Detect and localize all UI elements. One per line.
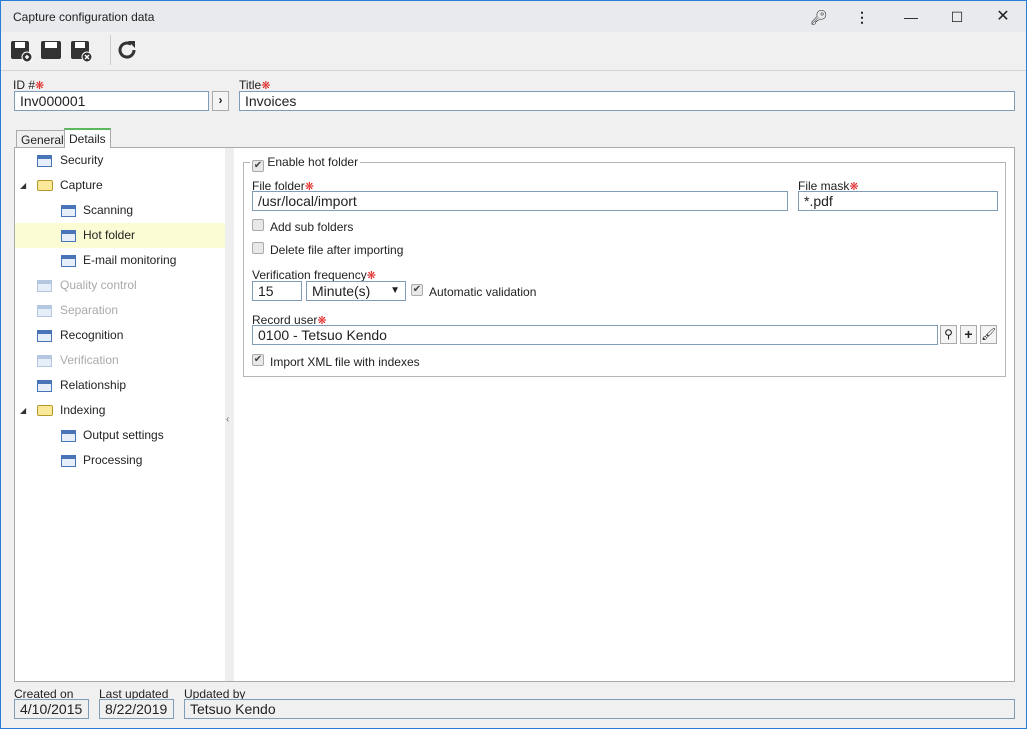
tree-item-indexing[interactable]: ◢ Indexing: [15, 398, 225, 423]
record-user-input[interactable]: 0100 - Tetsuo Kendo: [252, 325, 938, 345]
tab-details[interactable]: Details: [64, 128, 111, 148]
delete-after-checkbox[interactable]: [252, 242, 264, 254]
minimize-icon[interactable]: —: [901, 7, 921, 27]
window-title: Capture configuration data: [13, 10, 155, 24]
maximize-icon[interactable]: ☐: [947, 7, 967, 27]
created-value: 4/10/2015: [14, 699, 89, 719]
tree-item-security[interactable]: Security: [15, 148, 225, 173]
form-icon: [37, 355, 52, 367]
tree-item-label: Processing: [83, 453, 143, 467]
key-icon[interactable]: 🔑︎: [809, 7, 829, 27]
tree-item-separation[interactable]: Separation: [15, 298, 225, 323]
tree-item-relationship[interactable]: Relationship: [15, 373, 225, 398]
more-vert-icon[interactable]: ⋮: [852, 7, 872, 27]
tree-item-label: Quality control: [60, 278, 137, 292]
tree-item-label: Indexing: [60, 403, 106, 417]
form-icon: [61, 230, 76, 242]
form-icon: [37, 155, 52, 167]
save-new-icon[interactable]: [9, 38, 33, 62]
save-icon[interactable]: [39, 38, 63, 62]
tree-item-label: Verification: [60, 353, 119, 367]
tree-item-verification[interactable]: Verification: [15, 348, 225, 373]
tree-item-hot-folder[interactable]: Hot folder: [15, 223, 225, 248]
import-xml-checkbox[interactable]: ✔: [252, 354, 264, 366]
toolbar: [1, 32, 1026, 71]
collapse-icon[interactable]: ‹: [226, 414, 229, 425]
form-icon: [37, 380, 52, 392]
hot-folder-fieldset: ✔ Enable hot folder File folder❋ /usr/lo…: [243, 155, 1006, 377]
save-close-icon[interactable]: [69, 38, 93, 62]
tree-item-label: E-mail monitoring: [83, 253, 177, 267]
tree-item-label: Capture: [60, 178, 103, 192]
tree-item-quality-control[interactable]: Quality control: [15, 273, 225, 298]
tree-item-label: Hot folder: [83, 228, 136, 242]
tree-item-recognition[interactable]: Recognition: [15, 323, 225, 348]
frequency-label: Verification frequency❋: [252, 268, 376, 282]
tree-item-capture[interactable]: ◢ Capture: [15, 173, 225, 198]
delete-after-label: Delete file after importing: [270, 243, 404, 257]
form-icon: [37, 280, 52, 292]
title-label: Title❋: [239, 78, 271, 92]
tree-item-label: Scanning: [83, 203, 134, 217]
enable-hot-folder-checkbox[interactable]: ✔: [252, 160, 264, 172]
enable-hot-folder[interactable]: ✔ Enable hot folder: [250, 155, 361, 172]
auto-validation-label: Automatic validation: [429, 285, 537, 299]
add-sub-folders-checkbox[interactable]: [252, 219, 264, 231]
add-icon[interactable]: +: [960, 325, 977, 344]
form-icon: [61, 255, 76, 267]
tree-item-label: Separation: [60, 303, 119, 317]
splitter-handle[interactable]: ‹: [225, 148, 234, 681]
window: Capture configuration data 🔑︎ ⋮ — ☐ ✕ ID…: [0, 0, 1027, 729]
form-icon: [37, 330, 52, 342]
expand-arrow-icon[interactable]: ◢: [20, 398, 26, 423]
frequency-input[interactable]: 15: [252, 281, 302, 301]
frequency-unit-select[interactable]: Minute(s) ▼: [306, 281, 406, 301]
search-icon[interactable]: ⚲: [940, 325, 957, 344]
form-icon: [61, 430, 76, 442]
tree-item-label: Recognition: [60, 328, 124, 342]
folder-icon: [37, 405, 53, 416]
add-sub-folders-label: Add sub folders: [270, 220, 354, 234]
auto-validation-checkbox[interactable]: ✔: [411, 284, 423, 296]
folder-icon: [37, 180, 53, 191]
id-label: ID #❋: [13, 78, 45, 92]
tree-item-e-mail-monitoring[interactable]: E-mail monitoring: [15, 248, 225, 273]
updated-by-value: Tetsuo Kendo: [184, 699, 1015, 719]
enable-hot-folder-label: Enable hot folder: [267, 155, 359, 169]
details-panel: Security ◢ Capture Scanning Hot folder E-mail…: [14, 147, 1015, 682]
file-mask-input[interactable]: *.pdf: [798, 191, 998, 211]
dropdown-arrow-icon: ▼: [390, 285, 400, 296]
title-bar: Capture configuration data 🔑︎ ⋮ — ☐ ✕: [1, 1, 1026, 32]
refresh-icon[interactable]: [115, 38, 139, 62]
form-icon: [37, 305, 52, 317]
id-input[interactable]: Inv000001: [14, 91, 209, 111]
tree-item-output-settings[interactable]: Output settings: [15, 423, 225, 448]
tree-item-label: Relationship: [60, 378, 127, 392]
toolbar-separator: [110, 35, 111, 65]
tab-general[interactable]: General: [16, 130, 69, 147]
tree-item-scanning[interactable]: Scanning: [15, 198, 225, 223]
form-icon: [61, 205, 76, 217]
tree-item-label: Output settings: [83, 428, 164, 442]
updated-value: 8/22/2019: [99, 699, 174, 719]
section-tree: Security ◢ Capture Scanning Hot folder E-mail…: [15, 148, 225, 681]
title-input[interactable]: Invoices: [239, 91, 1015, 111]
import-xml-label: Import XML file with indexes: [270, 355, 420, 369]
clear-brush-icon[interactable]: 🖌︎: [980, 325, 997, 344]
close-icon[interactable]: ✕: [993, 7, 1013, 27]
chevron-right-icon[interactable]: ›: [212, 91, 229, 111]
form-icon: [61, 455, 76, 467]
file-folder-input[interactable]: /usr/local/import: [252, 191, 788, 211]
expand-arrow-icon[interactable]: ◢: [20, 173, 26, 198]
tree-item-label: Security: [60, 153, 104, 167]
tree-item-processing[interactable]: Processing: [15, 448, 225, 473]
